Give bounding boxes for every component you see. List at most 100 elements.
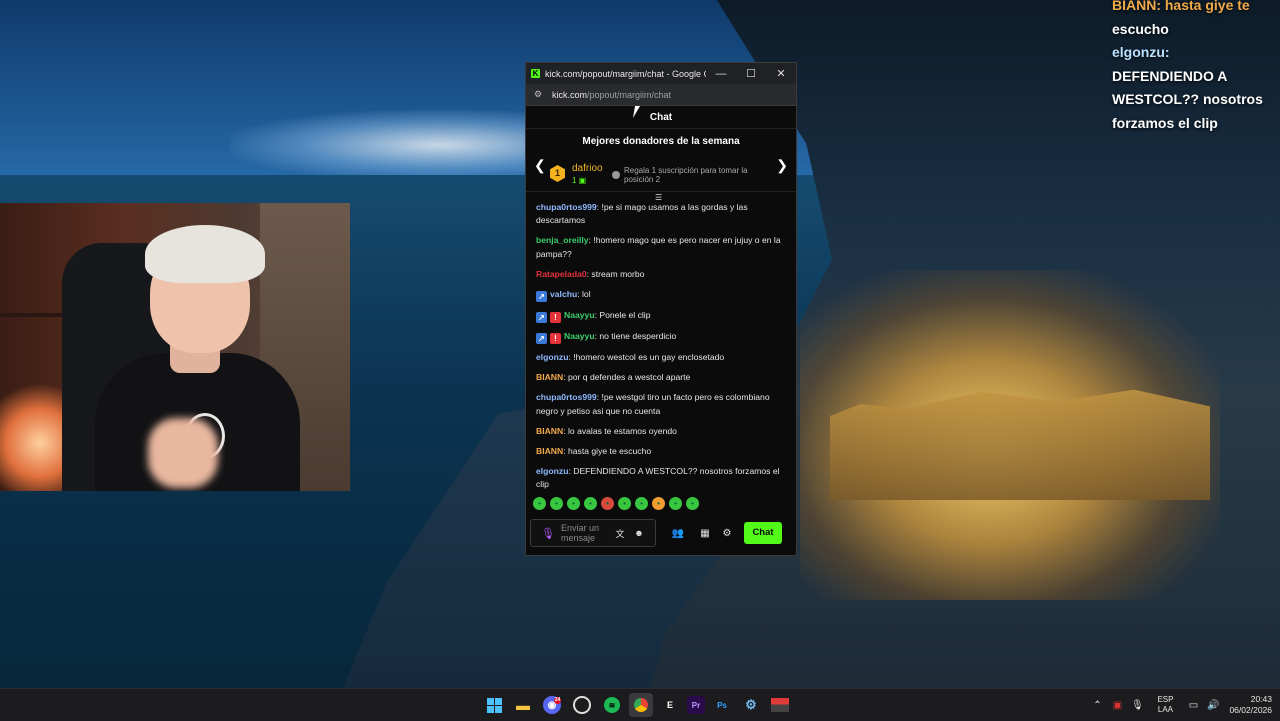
emote-icon[interactable]: • [635, 497, 648, 510]
chat-username[interactable]: elgonzu [536, 466, 568, 476]
gift-icon [612, 171, 620, 179]
window-titlebar[interactable]: K kick.com/popout/margiim/chat - Google … [526, 63, 796, 84]
overlay-line: WESTCOL?? nosotros [1112, 91, 1263, 107]
overlay-line: elgonzu: [1112, 44, 1170, 60]
premiere-icon[interactable]: Pr [687, 696, 705, 714]
chat-message: Ratapelada0: stream morbo [536, 268, 786, 281]
overlay-line: BIANN: hasta giye te [1112, 0, 1250, 13]
emote-bar: • • • • • • • • • • [533, 497, 699, 513]
chat-message: elgonzu: !homero westcol es un gay enclo… [536, 351, 786, 364]
emote-icon[interactable]: • [550, 497, 563, 510]
chat-username[interactable]: chupa0rtos999 [536, 202, 597, 212]
microphone-tray-icon[interactable]: 🎙 [1127, 700, 1147, 711]
chat-message-text: : hasta giye te escucho [563, 446, 652, 457]
chat-message: chupa0rtos999: !pe si mago usamos a las … [536, 201, 786, 227]
site-settings-icon[interactable]: ⚙ [534, 89, 544, 100]
emoji-icon[interactable]: ☻ [631, 528, 647, 538]
gear-icon[interactable]: ⚙ [718, 528, 736, 539]
volume-icon[interactable]: 🔊 [1203, 700, 1223, 711]
gift-subscription-text[interactable]: Regala 1 suscripción para tomar la posic… [624, 166, 764, 184]
send-chat-button[interactable]: Chat [744, 522, 782, 544]
donor-name[interactable]: dafrioo [572, 163, 603, 174]
minimize-button[interactable]: — [706, 68, 736, 80]
obs-icon[interactable] [573, 696, 591, 714]
emote-icon[interactable]: • [669, 497, 682, 510]
language-indicator[interactable]: ESP LAA [1157, 695, 1173, 715]
chat-message-text: : stream morbo [586, 268, 645, 279]
chat-username[interactable]: chupa0rtos999 [536, 392, 597, 402]
taskbar-apps: ▬ ◉ 24 ≋ E Pr Ps ⚙ [482, 689, 792, 721]
users-icon[interactable]: 👥 [664, 528, 692, 539]
chat-username[interactable]: BIANN [536, 446, 563, 456]
chat-message: benja_oreilly: !homero mago que es pero … [536, 234, 786, 260]
steam-icon[interactable]: ⚙ [739, 693, 763, 717]
chat-username[interactable]: BIANN [536, 426, 563, 436]
chat-username[interactable]: elgonzu [536, 352, 568, 362]
chat-message: ↗! Naayyu: Ponele el clip [536, 309, 786, 324]
maximize-button[interactable]: ☐ [736, 67, 766, 80]
chat-username[interactable]: valchu [550, 289, 577, 299]
window-title: kick.com/popout/margiim/chat - Google Ch… [545, 68, 706, 79]
clock[interactable]: 20:43 06/02/2026 [1229, 694, 1272, 716]
windows-logo-icon [486, 697, 502, 713]
stream-chat-overlay: BIANN: hasta giye te escucho elgonzu: DE… [1112, 0, 1280, 135]
chat-message-text: : DEFENDIENDO A WESTCOL?? nosotros forza… [536, 466, 780, 490]
chat-username[interactable]: Naayyu [564, 310, 595, 320]
photoshop-icon[interactable]: Ps [710, 693, 734, 717]
chrome-icon[interactable] [629, 693, 653, 717]
file-explorer-icon[interactable]: ▬ [511, 693, 535, 717]
address-bar[interactable]: ⚙ kick.com/popout/margiim/chat [526, 84, 796, 106]
chat-username[interactable]: benja_oreilly [536, 235, 589, 245]
network-icon[interactable]: ▭ [1183, 700, 1203, 711]
chevron-left-icon[interactable]: ❮ [534, 157, 546, 174]
chat-message: ↗ valchu: lol [536, 288, 786, 303]
emote-icon[interactable]: • [533, 497, 546, 510]
store-icon[interactable]: ▦ [696, 528, 714, 539]
discord-icon[interactable]: ◉ 24 [543, 696, 561, 714]
chevron-right-icon[interactable]: ❯ [776, 157, 788, 174]
chat-message-text: : lol [577, 289, 591, 300]
chat-username[interactable]: BIANN [536, 372, 563, 382]
chat-message: elgonzu: DEFENDIENDO A WESTCOL?? nosotro… [536, 465, 786, 491]
chat-message-list: chupa0rtos999: !pe si mago usamos a las … [526, 201, 796, 493]
webcam-feed [0, 203, 350, 491]
emote-icon[interactable]: • [686, 497, 699, 510]
overlay-line: forzamos el clip [1112, 114, 1218, 131]
chevron-up-icon[interactable]: ⌃ [1087, 700, 1107, 711]
moderator-badge-icon[interactable]: ! [550, 333, 561, 345]
chat-username[interactable]: Ratapelada0 [536, 269, 587, 279]
tray-app-icon[interactable]: ▣ [1107, 700, 1127, 711]
chat-message-text: : !homero westcol es un gay enclosetado [568, 352, 725, 363]
app-thumbnail-icon[interactable] [768, 693, 792, 717]
notification-badge: 24 [554, 697, 561, 704]
epic-games-icon[interactable]: E [658, 693, 682, 717]
microphone-icon[interactable]: 🎙 [541, 527, 555, 540]
rank-medal: 1 [550, 165, 565, 182]
chat-input-bar: 🎙 Enviar un mensaje 文 ☻ 👥 ▦ ⚙ Chat [530, 518, 794, 548]
donors-title: Mejores donadores de la semana [582, 136, 740, 147]
chat-message-text: : Ponele el clip [594, 310, 651, 321]
chat-message-text: : no tiene desperdicio [594, 331, 677, 342]
emote-icon[interactable]: • [601, 497, 614, 510]
close-button[interactable]: ✕ [766, 67, 796, 80]
emote-icon[interactable]: • [618, 497, 631, 510]
address-host: kick.com [552, 89, 588, 100]
translate-icon[interactable]: 文 [612, 527, 628, 540]
chat-message-text: : lo avalas te estamos oyendo [563, 425, 677, 436]
subscriber-badge-icon[interactable]: ↗ [536, 312, 547, 324]
chat-input[interactable]: 🎙 Enviar un mensaje 文 ☻ [530, 519, 656, 547]
emote-icon[interactable]: • [584, 497, 597, 510]
subscriber-badge-icon[interactable]: ↗ [536, 333, 547, 345]
chat-message: BIANN: por q defendes a westcol aparte [536, 371, 786, 384]
chat-username[interactable]: Naayyu [564, 331, 595, 341]
taskbar: ▬ ◉ 24 ≋ E Pr Ps ⚙ ⌃ ▣ 🎙 ESP LAA ▭ 🔊 20:43… [0, 688, 1280, 721]
system-tray: ⌃ ▣ 🎙 ESP LAA ▭ 🔊 20:43 06/02/2026 [1087, 689, 1280, 721]
start-button[interactable] [482, 693, 506, 717]
chat-message: chupa0rtos999: !pe westgol tiro un facto… [536, 391, 786, 417]
emote-icon[interactable]: • [567, 497, 580, 510]
spotify-icon[interactable]: ≋ [604, 697, 620, 713]
subscriber-badge-icon[interactable]: ↗ [536, 291, 547, 303]
moderator-badge-icon[interactable]: ! [550, 312, 561, 324]
emote-icon[interactable]: • [652, 497, 665, 510]
chat-message: BIANN: lo avalas te estamos oyendo [536, 425, 786, 438]
